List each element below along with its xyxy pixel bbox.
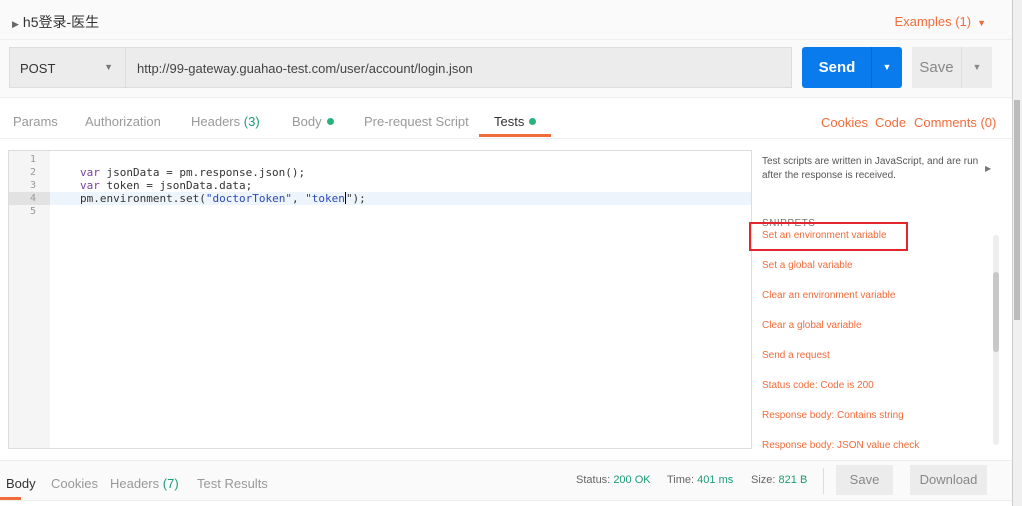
headers-count: (7) (162, 476, 179, 491)
save-button[interactable]: Save (912, 47, 961, 88)
chevron-down-icon: ▼ (104, 62, 113, 72)
line-number: 5 (29, 206, 36, 217)
status-value: 200 OK (613, 474, 651, 486)
snippet-link[interactable]: Response body: Contains string (762, 410, 904, 421)
send-options-dropdown[interactable]: ▼ (871, 47, 902, 88)
collapse-panel-icon[interactable]: ▶ (985, 164, 991, 173)
code-token: jsonData = pm.response.json(); (99, 166, 306, 179)
code-token: "); (345, 192, 366, 205)
caret-down-icon: ▼ (977, 18, 986, 28)
snippets-scrollbar-thumb[interactable] (993, 272, 999, 352)
tab-label: Tests (494, 114, 525, 129)
status-dot-icon (529, 118, 537, 125)
response-tab-body[interactable]: Body (6, 476, 36, 491)
status-dot-icon (326, 118, 334, 125)
snippet-link[interactable]: Set a global variable (762, 260, 853, 271)
request-title-bar (0, 0, 1012, 40)
line-number: 3 (29, 180, 36, 191)
tab-label: Body (292, 114, 322, 129)
code-token: "doctorToken" (205, 192, 292, 205)
time-value: 401 ms (697, 474, 734, 486)
code-line[interactable]: var jsonData = pm.response.json(); (80, 166, 305, 179)
cookies-link[interactable]: Cookies (821, 115, 868, 130)
tests-description: Test scripts are written in JavaScript, … (762, 156, 979, 181)
status-label: Status: (576, 474, 611, 486)
code-token: token = jsonData.data; (99, 179, 253, 192)
tab-label: Headers (191, 114, 241, 129)
tab-label: Headers (110, 476, 160, 491)
examples-dropdown[interactable]: Examples (1) ▼ (895, 14, 987, 29)
snippet-link[interactable]: Response body: JSON value check (762, 440, 919, 451)
tab-label: Params (13, 114, 58, 129)
size-label: Size: (751, 474, 776, 486)
tab-params[interactable]: Params (13, 114, 58, 129)
tab-label: Body (6, 476, 36, 491)
download-button[interactable]: Download (910, 465, 987, 495)
divider (823, 468, 824, 494)
tab-label: Pre-request Script (364, 114, 469, 129)
snippet-link[interactable]: Clear an environment variable (762, 290, 895, 301)
method-select[interactable]: POST ▼ (9, 47, 125, 88)
code-token: var (80, 179, 100, 192)
examples-label: Examples (1) (894, 14, 972, 29)
caret-right-icon[interactable]: ▶ (12, 19, 19, 29)
active-tab-indicator (0, 497, 21, 500)
code-token: "token (305, 192, 345, 205)
size-readout: Size: 821 B (751, 474, 807, 486)
save-response-button[interactable]: Save (836, 465, 893, 495)
tab-pre-request-script[interactable]: Pre-request Script (364, 114, 469, 129)
tab-label: Authorization (85, 114, 161, 129)
tab-tests[interactable]: Tests (494, 114, 537, 129)
tab-headers[interactable]: Headers (3) (191, 114, 260, 129)
line-number: 4 (9, 192, 50, 205)
method-value: POST (20, 61, 56, 76)
code-token: pm.environment.set( (80, 192, 206, 205)
url-value: http://99-gateway.guahao-test.com/user/a… (137, 61, 473, 76)
tab-authorization[interactable]: Authorization (85, 114, 161, 129)
snippet-link[interactable]: Clear a global variable (762, 320, 862, 331)
response-tab-cookies[interactable]: Cookies (51, 476, 98, 491)
snippet-link[interactable]: Send a request (762, 350, 830, 361)
line-number: 1 (29, 154, 36, 165)
tab-label: Test Results (197, 476, 268, 491)
request-name-text: h5登录-医生 (22, 14, 100, 30)
code-line[interactable]: pm.environment.set("doctorToken", "token… (80, 192, 366, 205)
code-token: , (291, 192, 306, 205)
save-options-dropdown[interactable]: ▼ (961, 47, 992, 88)
headers-count: (3) (243, 114, 260, 129)
request-name[interactable]: ▶ h5登录-医生 (12, 12, 99, 32)
code-line[interactable]: var token = jsonData.data; (80, 179, 252, 192)
code-token: var (80, 166, 100, 179)
time-readout: Time: 401 ms (667, 474, 733, 486)
size-value: 821 B (778, 474, 808, 486)
snippet-link[interactable]: Status code: Code is 200 (762, 380, 874, 391)
response-tab-test-results[interactable]: Test Results (197, 476, 268, 491)
tab-label: Cookies (51, 476, 98, 491)
line-number: 2 (29, 167, 36, 178)
response-tab-headers[interactable]: Headers (7) (110, 476, 179, 491)
window-scrollbar-thumb[interactable] (1014, 100, 1020, 320)
highlight-box (749, 222, 908, 251)
active-tab-indicator (479, 134, 551, 137)
status-readout: Status: 200 OK (576, 474, 651, 486)
tab-body[interactable]: Body (292, 114, 334, 129)
send-button[interactable]: Send (802, 47, 872, 88)
time-label: Time: (667, 474, 695, 486)
code-link[interactable]: Code (875, 115, 906, 130)
comments-link[interactable]: Comments (0) (914, 115, 996, 130)
url-input[interactable]: http://99-gateway.guahao-test.com/user/a… (125, 47, 792, 88)
